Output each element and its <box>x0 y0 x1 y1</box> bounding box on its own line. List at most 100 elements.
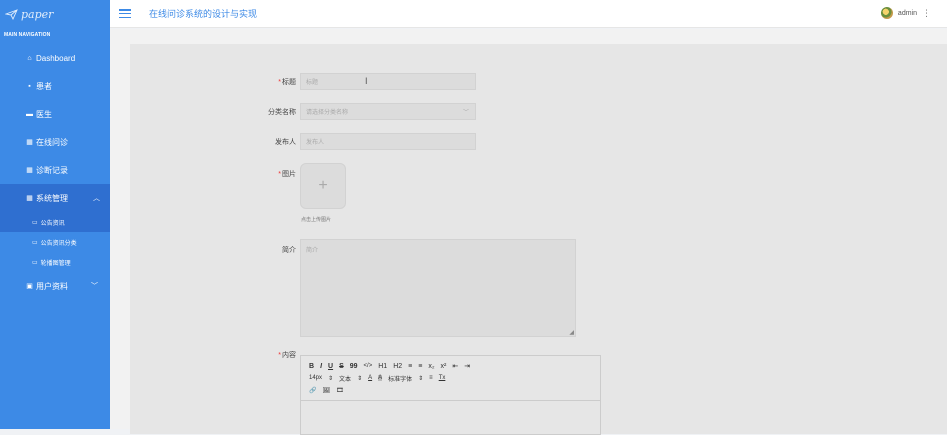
sidebar-item-label: 在线问诊 <box>36 137 68 147</box>
rich-text-editor[interactable]: B I U S 99 </> H1 H2 ≡ ≡ x₂ x² ⇤ ⇥ 14px ⇕ <box>300 355 601 435</box>
form-row-category: 分类名称 请选择分类名称 ﹀ <box>240 103 476 120</box>
outdent-button[interactable]: ⇤ <box>452 362 458 370</box>
folder-icon: ▭ <box>32 239 38 246</box>
sidebar-item-online-consult[interactable]: ▦ 在线问诊 <box>0 128 110 156</box>
video-icon[interactable]: 🎞 <box>336 387 344 394</box>
form-row-image: *图片 + <box>240 163 346 209</box>
ordered-list-button[interactable]: ≡ <box>408 363 412 370</box>
main-content: *标题 标题 I 分类名称 请选择分类名称 ﹀ 发布人 发布人 *图片 + 点击… <box>110 29 947 435</box>
patient-icon: ▪ <box>28 82 31 90</box>
menu-toggle-icon[interactable] <box>119 9 131 18</box>
toolbar-row-1: B I U S 99 </> H1 H2 ≡ ≡ x₂ x² ⇤ ⇥ <box>309 360 592 372</box>
grid-icon: ▦ <box>26 139 33 146</box>
home-icon: ⌂ <box>27 54 32 62</box>
page-title: 在线问诊系统的设计与实现 <box>149 9 258 19</box>
image-upload-button[interactable]: + <box>300 163 346 209</box>
sidebar-item-doctor[interactable]: ▬ 医生 <box>0 100 110 128</box>
user-menu[interactable]: admin ⋮ <box>880 7 931 19</box>
sidebar-subitem-announcement-categories[interactable]: ▭ 公告资讯分类 <box>0 232 110 252</box>
logo-text: paper <box>21 7 54 21</box>
sidebar-subitem-label: 轮播图管理 <box>40 260 71 267</box>
form-row-title: *标题 标题 I <box>240 73 476 90</box>
heading-select[interactable]: 文本 <box>339 374 351 383</box>
folder-icon: ▭ <box>32 219 38 226</box>
doctor-icon: ▬ <box>26 110 33 118</box>
title-input[interactable]: 标题 I <box>300 73 476 90</box>
content-label: *内容 <box>278 352 296 359</box>
code-block-button[interactable]: </> <box>364 363 373 369</box>
sidebar-item-diagnosis-records[interactable]: ▦ 诊断记录 <box>0 156 110 184</box>
sidebar-item-label: 患者 <box>36 81 52 91</box>
sidebar-item-label: Dashboard <box>36 53 76 63</box>
sidebar-item-label: 系统管理 <box>36 193 68 203</box>
superscript-button[interactable]: x² <box>441 363 447 370</box>
form-row-content: *内容 <box>240 350 300 360</box>
toolbar-row-2: 14px ⇕ 文本 ⇕ A A 标准字体 ⇕ ≡ Tx <box>309 372 592 384</box>
more-icon[interactable]: ⋮ <box>922 8 931 19</box>
image-icon[interactable]: 🖼 <box>322 387 330 394</box>
background-color-button[interactable]: A <box>378 375 383 381</box>
sidebar-item-label: 医生 <box>36 109 52 119</box>
chevron-updown-icon: ⇕ <box>418 375 424 382</box>
text-cursor-icon: I <box>365 76 368 86</box>
intro-label: 简介 <box>282 247 296 254</box>
sidebar-subitem-label: 公告资讯分类 <box>40 240 77 247</box>
clear-format-button[interactable]: Tx <box>439 375 446 381</box>
folder-icon: ▭ <box>32 259 38 266</box>
font-size-select[interactable]: 14px <box>309 375 322 381</box>
form-row-intro: 简介 简介 ◢ <box>240 239 576 337</box>
sidebar-item-dashboard[interactable]: ⌂ Dashboard <box>0 44 110 72</box>
h1-button[interactable]: H1 <box>378 363 387 370</box>
paper-plane-icon <box>5 8 18 20</box>
chevron-up-icon: ︿ <box>93 195 100 202</box>
username: admin <box>897 9 917 17</box>
grid-icon: ▦ <box>26 167 33 174</box>
chevron-down-icon: ﹀ <box>91 283 98 290</box>
resize-handle-icon[interactable]: ◢ <box>569 329 574 336</box>
toolbar-row-3: 🔗 🖼 🎞 <box>309 384 592 396</box>
grid-icon: ▦ <box>26 195 33 202</box>
publisher-input[interactable]: 发布人 <box>300 133 476 150</box>
subscript-button[interactable]: x₂ <box>428 363 434 370</box>
font-color-button[interactable]: A <box>368 375 372 381</box>
plus-icon: + <box>318 177 328 194</box>
calendar-icon: ▣ <box>26 283 33 290</box>
sidebar-subitem-label: 公告资讯 <box>40 220 65 227</box>
bold-button[interactable]: B <box>309 363 314 370</box>
nav-section-label: MAIN NAVIGATION <box>4 32 51 38</box>
category-label: 分类名称 <box>268 108 296 116</box>
logo[interactable]: paper <box>0 0 110 28</box>
upload-tip: 点击上传图片 <box>301 217 332 223</box>
sidebar-item-user-profile[interactable]: ▣ 用户资料 ﹀ <box>0 272 110 300</box>
indent-button[interactable]: ⇥ <box>464 362 470 370</box>
editor-toolbar: B I U S 99 </> H1 H2 ≡ ≡ x₂ x² ⇤ ⇥ 14px ⇕ <box>301 356 600 401</box>
strike-button[interactable]: S <box>339 363 344 370</box>
title-label: *标题 <box>278 78 296 86</box>
sidebar-subitem-carousel[interactable]: ▭ 轮播图管理 <box>0 252 110 272</box>
font-family-select[interactable]: 标准字体 <box>388 374 412 383</box>
link-icon[interactable]: 🔗 <box>309 387 316 394</box>
category-select[interactable]: 请选择分类名称 ﹀ <box>300 103 476 120</box>
sidebar-subitem-announcements[interactable]: ▭ 公告资讯 <box>0 212 120 232</box>
chevron-updown-icon: ⇕ <box>328 375 334 382</box>
h2-button[interactable]: H2 <box>393 363 402 370</box>
italic-button[interactable]: I <box>320 363 322 370</box>
avatar[interactable] <box>880 7 893 19</box>
sidebar: paper MAIN NAVIGATION ⌂ Dashboard ▪ 患者 ▬… <box>0 0 120 429</box>
sidebar-item-patient[interactable]: ▪ 患者 <box>0 72 110 100</box>
underline-button[interactable]: U <box>328 363 333 370</box>
sidebar-item-system-management[interactable]: ▦ 系统管理 ︿ <box>0 184 120 212</box>
image-label: *图片 <box>278 171 296 178</box>
chevron-down-icon: ﹀ <box>462 110 469 116</box>
blockquote-button[interactable]: 99 <box>350 363 358 370</box>
intro-textarea[interactable]: 简介 ◢ <box>300 239 576 337</box>
form-row-publisher: 发布人 发布人 <box>240 133 476 150</box>
sidebar-item-label: 诊断记录 <box>36 165 68 175</box>
bullet-list-button[interactable]: ≡ <box>418 363 422 370</box>
form-card: *标题 标题 I 分类名称 请选择分类名称 ﹀ 发布人 发布人 *图片 + 点击… <box>130 44 947 435</box>
sidebar-item-label: 用户资料 <box>36 281 68 291</box>
top-header: 在线问诊系统的设计与实现 admin ⋮ <box>110 0 947 28</box>
publisher-label: 发布人 <box>275 138 296 146</box>
align-button[interactable]: ≡ <box>429 375 433 381</box>
chevron-updown-icon: ⇕ <box>357 375 363 382</box>
